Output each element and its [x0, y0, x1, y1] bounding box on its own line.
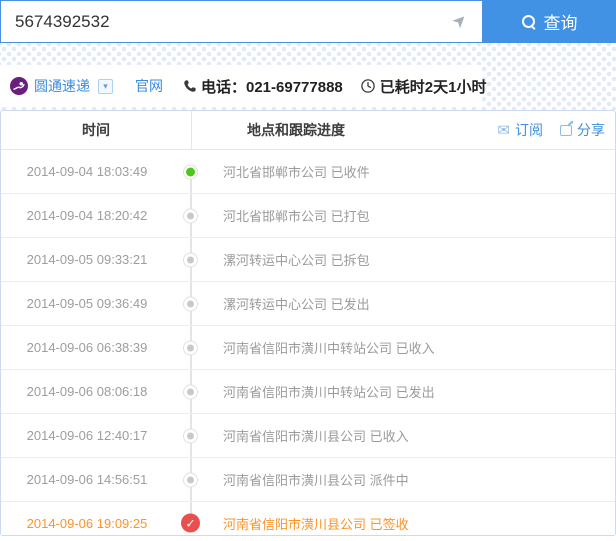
- subscribe-label: 订阅: [515, 122, 543, 138]
- share-button[interactable]: 分享: [560, 120, 605, 140]
- courier-info-row: 圆通速递 ▾ 官网 电话：021-69777888 已耗时2天1小时: [0, 66, 486, 106]
- table-row[interactable]: 2014-09-04 18:03:49 河北省邯郸市公司 已收件: [1, 150, 615, 194]
- clock-icon: [360, 79, 375, 93]
- row-location-status: 河南省信阳市潢川中转站公司 已发出: [223, 385, 435, 400]
- status-dot-icon: [183, 296, 198, 311]
- search-bar: ➤ 查询: [0, 0, 616, 43]
- tracking-table: 时间 地点和跟踪进度 ✉ 订阅 分享 2014-09-04 18:03:49: [0, 110, 616, 536]
- table-body: 2014-09-04 18:03:49 河北省邯郸市公司 已收件 2014-09…: [1, 150, 615, 541]
- status-dot-icon: [183, 384, 198, 399]
- table-row[interactable]: 2014-09-04 18:20:42 河北省邯郸市公司 已打包: [1, 194, 615, 238]
- row-location-status: 河南省信阳市潢川县公司 已签收: [223, 516, 409, 532]
- row-location-status: 河北省邯郸市公司 已打包: [223, 209, 370, 224]
- table-row[interactable]: 2014-09-06 12:40:17 河南省信阳市潢川县公司 已收入: [1, 414, 615, 458]
- table-row[interactable]: 2014-09-06 14:56:51 河南省信阳市潢川县公司 派件中: [1, 458, 615, 502]
- tracking-page: ➤ 查询 圆通速递 ▾ 官网 电话：021-69777888 已耗时2天1小时: [0, 0, 616, 541]
- column-header-time: 时间: [82, 122, 110, 138]
- row-location-status: 河南省信阳市潢川县公司 已收入: [223, 429, 409, 444]
- table-row[interactable]: 2014-09-05 09:33:21 漯河转运中心公司 已拆包: [1, 238, 615, 282]
- table-row[interactable]: 2014-09-06 06:38:39 河南省信阳市潢川中转站公司 已收入: [1, 326, 615, 370]
- envelope-icon: ✉: [497, 121, 510, 139]
- table-row[interactable]: 2014-09-05 09:36:49 漯河转运中心公司 已发出: [1, 282, 615, 326]
- subscribe-button[interactable]: ✉ 订阅: [497, 120, 543, 140]
- row-time: 2014-09-04 18:03:49: [26, 164, 148, 179]
- status-dot-icon: [183, 428, 198, 443]
- query-button-label: 查询: [543, 14, 578, 33]
- phone-icon: [184, 80, 196, 92]
- status-dot-icon: [183, 208, 198, 223]
- signed-check-icon: ✓: [181, 513, 200, 533]
- row-time: 2014-09-05 09:33:21: [26, 252, 148, 267]
- status-dot-icon: [183, 164, 198, 179]
- row-location-status: 漯河转运中心公司 已拆包: [223, 253, 370, 268]
- status-dot-icon: [183, 252, 198, 267]
- row-time: 2014-09-06 12:40:17: [26, 428, 148, 443]
- row-location-status: 漯河转运中心公司 已发出: [223, 297, 370, 312]
- tracking-number-input[interactable]: [0, 0, 483, 43]
- row-time: 2014-09-06 14:56:51: [26, 472, 148, 487]
- official-site-link[interactable]: 官网: [135, 76, 163, 96]
- share-icon: [560, 124, 572, 136]
- query-button[interactable]: 查询: [483, 0, 616, 43]
- search-icon: [521, 15, 535, 28]
- phone-number: 电话：021-69777888: [201, 78, 343, 96]
- courier-dropdown-button[interactable]: ▾: [98, 78, 113, 94]
- table-header: 时间 地点和跟踪进度 ✉ 订阅 分享: [1, 111, 615, 150]
- row-time: 2014-09-06 06:38:39: [26, 340, 148, 355]
- column-header-progress: 地点和跟踪进度: [247, 122, 345, 138]
- row-time: 2014-09-05 09:36:49: [26, 296, 148, 311]
- row-location-status: 河南省信阳市潢川县公司 派件中: [223, 473, 409, 488]
- row-time: 2014-09-04 18:20:42: [26, 208, 148, 223]
- row-location-status: 河北省邯郸市公司 已收件: [223, 165, 370, 180]
- share-label: 分享: [577, 122, 605, 138]
- courier-logo-icon: [10, 77, 28, 95]
- table-row[interactable]: 2014-09-06 19:09:25 ✓ 河南省信阳市潢川县公司 已签收: [1, 502, 615, 541]
- row-time: 2014-09-06 08:06:18: [26, 384, 148, 399]
- status-dot-icon: [183, 340, 198, 355]
- elapsed-time: 已耗时2天1小时: [379, 78, 487, 96]
- table-row[interactable]: 2014-09-06 08:06:18 河南省信阳市潢川中转站公司 已发出: [1, 370, 615, 414]
- status-dot-icon: [183, 472, 198, 487]
- courier-name-link[interactable]: 圆通速递: [34, 76, 90, 96]
- header-actions: ✉ 订阅 分享: [497, 111, 605, 149]
- row-location-status: 河南省信阳市潢川中转站公司 已收入: [223, 341, 435, 356]
- row-time: 2014-09-06 19:09:25: [26, 515, 148, 531]
